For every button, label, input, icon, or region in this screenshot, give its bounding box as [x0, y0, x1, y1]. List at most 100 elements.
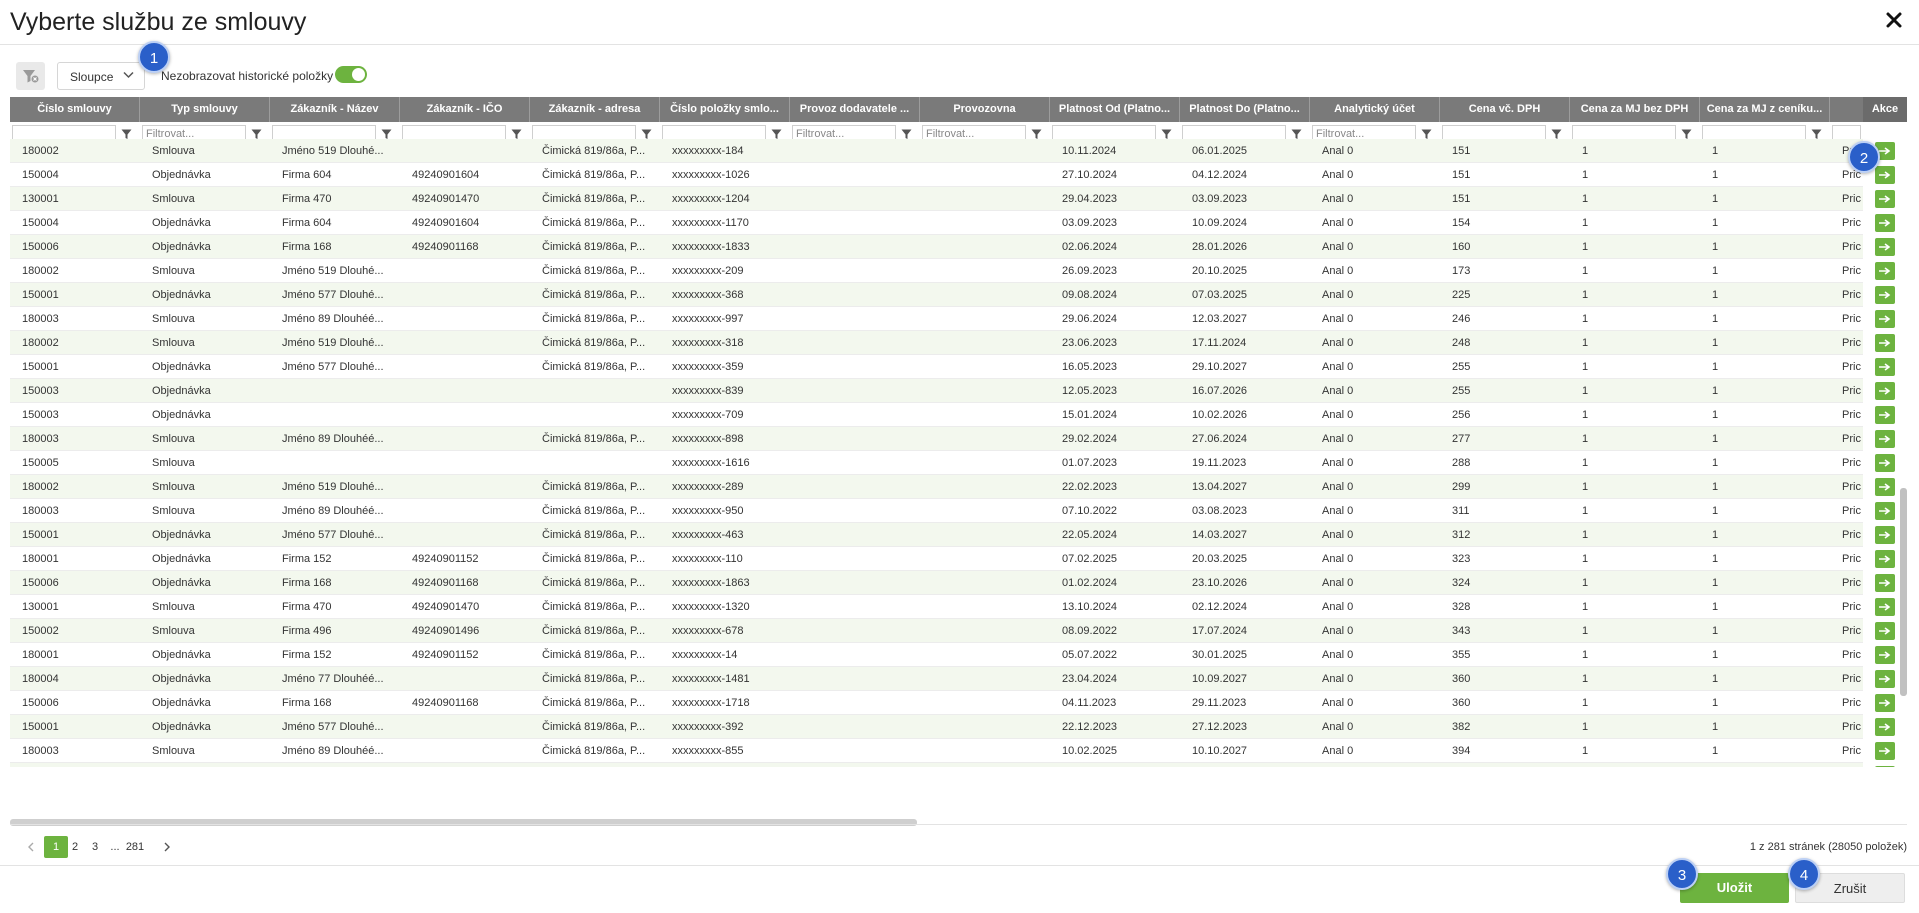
- table-cell: Čimická 819/86a, P...: [542, 289, 646, 301]
- table-row[interactable]: 150006 Objednávka Firma 168 49240901168 Čimi…: [10, 235, 1907, 259]
- table-row[interactable]: 180003 Smlouva Jméno 89 Dlouhéé... Čimická …: [10, 739, 1907, 763]
- chevron-down-icon: [123, 71, 134, 79]
- table-row[interactable]: 150003 Objednávka xxxxxxxxx-839 12.05.2023 1…: [10, 379, 1907, 403]
- table-row[interactable]: 180003 Smlouva Jméno 89 Dlouhéé... Čimická …: [10, 427, 1907, 451]
- page-button[interactable]: 281: [124, 836, 146, 858]
- arrow-right-icon: [1879, 363, 1891, 371]
- table-cell: [790, 163, 920, 187]
- column-header[interactable]: Provozovna: [920, 97, 1050, 122]
- table-row[interactable]: 150004 Objednávka Firma 604 49240901604 Čimi…: [10, 163, 1907, 187]
- clear-filter-button[interactable]: [16, 62, 45, 90]
- column-header[interactable]: Cena za MJ z ceníku...: [1700, 97, 1830, 122]
- table-cell: 225: [1452, 289, 1471, 301]
- table-row[interactable]: 150006 Objednávka Firma 168 49240901168 Čimi…: [10, 571, 1907, 595]
- select-row-button[interactable]: [1875, 502, 1895, 520]
- select-row-button[interactable]: [1875, 166, 1895, 184]
- select-row-button[interactable]: [1875, 238, 1895, 256]
- select-row-button[interactable]: [1875, 334, 1895, 352]
- select-row-button[interactable]: [1875, 694, 1895, 712]
- table-row[interactable]: 180004 Objednávka Jméno 77 Dlouhéé... Čimic…: [10, 667, 1907, 691]
- select-row-button[interactable]: [1875, 550, 1895, 568]
- select-row-button[interactable]: [1875, 766, 1895, 767]
- select-row-button[interactable]: [1875, 622, 1895, 640]
- vertical-scrollbar[interactable]: [1900, 488, 1907, 696]
- table-cell: Jméno 577 Dlouhé...: [282, 529, 384, 541]
- select-row-button[interactable]: [1875, 214, 1895, 232]
- column-header[interactable]: Zákazník - IČO: [400, 97, 530, 122]
- select-row-button[interactable]: [1875, 310, 1895, 328]
- column-header[interactable]: Analytický účet: [1310, 97, 1440, 122]
- table-row[interactable]: 130001 Smlouva Firma 470 49240901470 Čimická…: [10, 187, 1907, 211]
- table-cell: [920, 739, 1050, 763]
- table-row[interactable]: 150002 Smlouva Firma 496 49240901496 Čimická…: [10, 619, 1907, 643]
- table-cell: 1: [1712, 409, 1719, 421]
- history-toggle[interactable]: [335, 66, 367, 83]
- table-row[interactable]: 150006 Objednávka Firma 168 49240901168 Čimi…: [10, 691, 1907, 715]
- select-row-button[interactable]: [1875, 526, 1895, 544]
- column-header[interactable]: Provoz dodavatele ...: [790, 97, 920, 122]
- close-icon[interactable]: [1883, 9, 1905, 31]
- table-row[interactable]: 150003 Objednávka xxxxxxxxx-709 15.01.2024 1…: [10, 403, 1907, 427]
- column-header[interactable]: Zákazník - adresa: [530, 97, 660, 122]
- select-row-button[interactable]: [1875, 574, 1895, 592]
- column-header[interactable]: Typ smlouvy: [140, 97, 270, 122]
- table-row[interactable]: 180001ObjednávkaFirma 15249240901152Čimi…: [10, 547, 1907, 571]
- table-row[interactable]: 150001 Objednávka Jméno 577 Dlouhé... Čimic…: [10, 523, 1907, 547]
- select-row-button[interactable]: [1875, 742, 1895, 760]
- table-row[interactable]: 180002 Smlouva Jméno 519 Dlouhé... Čimická …: [10, 475, 1907, 499]
- table-cell: xxxxxxxxx-209: [672, 265, 744, 277]
- select-row-button[interactable]: [1875, 478, 1895, 496]
- arrow-right-icon: [1879, 699, 1891, 707]
- select-row-button[interactable]: [1875, 718, 1895, 736]
- table-row[interactable]: 180002 Smlouva Jméno 519 Dlouhé... Čimická …: [10, 139, 1907, 163]
- table-cell: 1: [1712, 289, 1719, 301]
- select-row-button[interactable]: [1875, 598, 1895, 616]
- select-row-button[interactable]: [1875, 190, 1895, 208]
- chevron-right-icon[interactable]: [156, 836, 178, 858]
- select-row-button[interactable]: [1875, 430, 1895, 448]
- table-row[interactable]: 150001 Objednávka Jméno 577 Dlouhé... Čimic…: [10, 355, 1907, 379]
- column-header[interactable]: Zákazník - Název: [270, 97, 400, 122]
- table-row[interactable]: 150005 Smlouva xxxxxxxxx-1616 01.07.2023 19.…: [10, 451, 1907, 475]
- table-row[interactable]: 180001ObjednávkaFirma 15249240901152Čimi…: [10, 763, 1907, 767]
- table-row[interactable]: 180003 Smlouva Jméno 89 Dlouhéé... Čimická …: [10, 499, 1907, 523]
- table-cell: 1: [1582, 649, 1589, 661]
- page-button[interactable]: 2: [64, 836, 86, 858]
- select-row-button[interactable]: [1875, 382, 1895, 400]
- table-cell: Čimická 819/86a, P...: [542, 193, 646, 205]
- select-row-button[interactable]: [1875, 454, 1895, 472]
- chevron-left-icon[interactable]: [20, 836, 42, 858]
- select-row-button[interactable]: [1875, 358, 1895, 376]
- dialog-footer: [0, 865, 1919, 913]
- column-header[interactable]: Cena vč. DPH: [1440, 97, 1570, 122]
- select-row-button[interactable]: [1875, 670, 1895, 688]
- table-cell: 277: [1452, 433, 1471, 445]
- column-header[interactable]: Cena za MJ bez DPH: [1570, 97, 1700, 122]
- column-header[interactable]: Číslo položky smlo...: [660, 97, 790, 122]
- table-row[interactable]: 130001 Smlouva Firma 470 49240901470 Čimická…: [10, 595, 1907, 619]
- table-row[interactable]: 180002 Smlouva Jméno 519 Dlouhé... Čimická …: [10, 331, 1907, 355]
- table-cell: Pric: [1842, 241, 1861, 253]
- table-cell: 1: [1582, 433, 1589, 445]
- column-header[interactable]: Platnost Do (Platno...: [1180, 97, 1310, 122]
- select-row-button[interactable]: [1875, 646, 1895, 664]
- column-header[interactable]: [1830, 97, 1865, 122]
- table-row[interactable]: 180002 Smlouva Jméno 519 Dlouhé... Čimická …: [10, 259, 1907, 283]
- column-header[interactable]: Platnost Od (Platno...: [1050, 97, 1180, 122]
- select-row-button[interactable]: [1875, 406, 1895, 424]
- table-cell: [920, 523, 1050, 547]
- page-button[interactable]: 3: [84, 836, 106, 858]
- table-row[interactable]: 180003 Smlouva Jméno 89 Dlouhéé... Čimická …: [10, 307, 1907, 331]
- table-row[interactable]: 150001 Objednávka Jméno 577 Dlouhé... Čimic…: [10, 283, 1907, 307]
- table-row[interactable]: 150004 Objednávka Firma 604 49240901604 Čimi…: [10, 211, 1907, 235]
- table-row[interactable]: 150001 Objednávka Jméno 577 Dlouhé... Čimic…: [10, 715, 1907, 739]
- select-row-button[interactable]: [1875, 262, 1895, 280]
- select-row-button[interactable]: [1875, 286, 1895, 304]
- table-cell: 180001: [22, 649, 59, 661]
- column-header[interactable]: Číslo smlouvy: [10, 97, 140, 122]
- table-cell: [530, 379, 660, 403]
- table-row[interactable]: 180001ObjednávkaFirma 15249240901152Čimi…: [10, 643, 1907, 667]
- table-cell: 360: [1452, 697, 1471, 709]
- columns-dropdown[interactable]: Sloupce: [57, 62, 145, 90]
- table-cell: [790, 379, 920, 403]
